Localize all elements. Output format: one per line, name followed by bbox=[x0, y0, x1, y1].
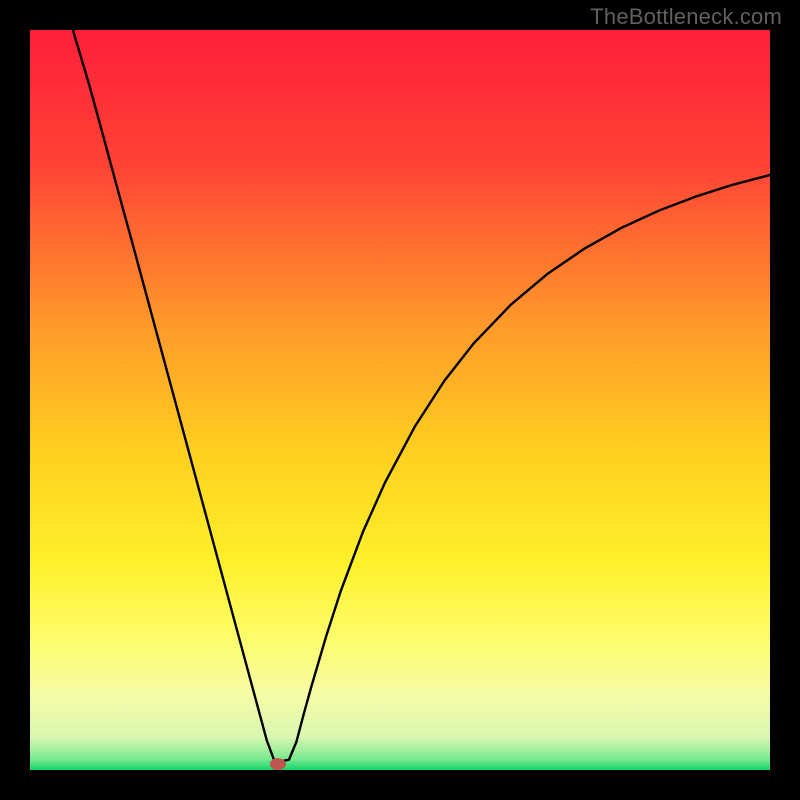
watermark-text: TheBottleneck.com bbox=[590, 4, 782, 30]
plot-background bbox=[30, 30, 770, 770]
bottleneck-chart bbox=[30, 30, 770, 770]
chart-frame: TheBottleneck.com bbox=[0, 0, 800, 800]
optimal-point-marker bbox=[270, 758, 286, 770]
